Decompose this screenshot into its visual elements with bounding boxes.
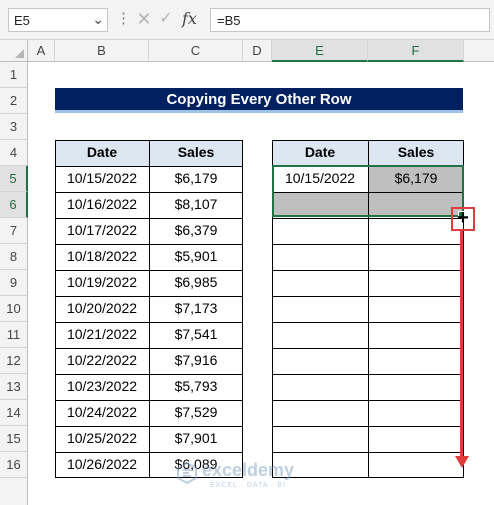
table-divider xyxy=(56,244,242,245)
chevron-down-icon[interactable]: ⌄ xyxy=(92,11,104,28)
table-divider xyxy=(273,374,463,375)
drag-arrow-head-icon xyxy=(455,456,469,468)
row-header-10[interactable]: 10 xyxy=(0,296,28,322)
row-header-15[interactable]: 15 xyxy=(0,426,28,452)
table-divider xyxy=(273,426,463,427)
row-header-12[interactable]: 12 xyxy=(0,348,28,374)
formula-value: =B5 xyxy=(217,13,241,28)
table-divider xyxy=(273,400,463,401)
exceldemy-logo-icon xyxy=(177,462,197,484)
more-vertical-icon: ⋮ xyxy=(116,10,131,27)
row-header-1[interactable]: 1 xyxy=(0,62,28,88)
select-all-icon xyxy=(15,49,24,58)
table-divider xyxy=(56,374,242,375)
table-divider xyxy=(56,166,242,167)
function-icon[interactable]: fx xyxy=(182,7,204,31)
formula-input[interactable]: =B5 xyxy=(210,8,490,32)
column-header-a[interactable]: A xyxy=(28,40,55,62)
row-header-13[interactable]: 13 xyxy=(0,374,28,400)
column-header-d[interactable]: D xyxy=(243,40,272,62)
table-divider xyxy=(273,452,463,453)
source-table xyxy=(55,140,243,478)
table-divider xyxy=(56,296,242,297)
table-divider xyxy=(56,192,242,193)
watermark-tagline: EXCEL · DATA · BI xyxy=(210,482,286,489)
row-header-7[interactable]: 7 xyxy=(0,218,28,244)
table-divider xyxy=(56,348,242,349)
name-box-value: E5 xyxy=(14,13,30,28)
watermark: exceldemy EXCEL · DATA · BI xyxy=(176,458,326,494)
row-header-2[interactable]: 2 xyxy=(0,88,28,114)
name-box[interactable]: E5 ⌄ xyxy=(8,8,108,32)
row-header-3[interactable]: 3 xyxy=(0,114,28,140)
sheet-title[interactable]: Copying Every Other Row xyxy=(55,88,463,113)
drag-arrow-line xyxy=(460,231,463,459)
column-header-g[interactable] xyxy=(464,40,494,62)
row-header-8[interactable]: 8 xyxy=(0,244,28,270)
formula-bar: E5 ⌄ ⋮ ✕ ✓ fx =B5 xyxy=(0,0,494,40)
column-header-c[interactable]: C xyxy=(149,40,243,62)
row-header-11[interactable]: 11 xyxy=(0,322,28,348)
table-divider xyxy=(273,244,463,245)
enter-icon[interactable]: ✓ xyxy=(158,9,174,29)
table-divider xyxy=(56,218,242,219)
table-divider xyxy=(273,348,463,349)
row-header-4[interactable]: 4 xyxy=(0,140,28,166)
row-header-14[interactable]: 14 xyxy=(0,400,28,426)
watermark-name: exceldemy xyxy=(202,460,295,480)
table-divider xyxy=(56,270,242,271)
table-divider xyxy=(56,322,242,323)
table-divider xyxy=(273,296,463,297)
column-header-f[interactable]: F xyxy=(368,40,464,62)
table-divider xyxy=(56,426,242,427)
row-header-16[interactable]: 16 xyxy=(0,452,28,478)
cancel-icon[interactable]: ✕ xyxy=(136,9,152,29)
selection-range-border xyxy=(272,165,464,217)
crosshair-cursor-icon: + xyxy=(457,207,469,229)
column-header-b[interactable]: B xyxy=(55,40,149,62)
table-divider xyxy=(273,270,463,271)
row-header-5[interactable]: 5 xyxy=(0,166,28,192)
table-divider xyxy=(56,400,242,401)
table-divider xyxy=(273,218,463,219)
table-divider xyxy=(56,452,242,453)
column-header-e[interactable]: E xyxy=(272,40,368,62)
row-header-9[interactable]: 9 xyxy=(0,270,28,296)
row-header-17[interactable] xyxy=(0,478,28,505)
table-divider xyxy=(273,322,463,323)
row-header-6[interactable]: 6 xyxy=(0,192,28,218)
